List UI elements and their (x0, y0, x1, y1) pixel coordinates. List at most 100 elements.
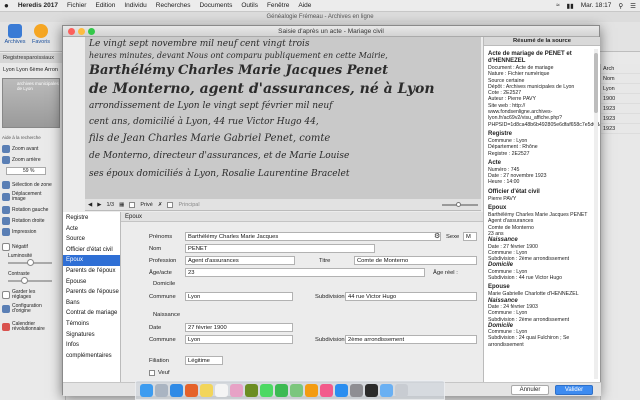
ibooks-icon[interactable] (305, 383, 318, 397)
appstore-icon[interactable] (335, 383, 348, 397)
facetime-icon[interactable] (275, 383, 288, 397)
brightness-knob[interactable] (26, 259, 34, 266)
unlink-icon[interactable]: ✗ (158, 202, 163, 208)
menu-individu[interactable]: Individu (124, 2, 146, 9)
zoom-out-button[interactable]: Zoom arrière (2, 154, 63, 165)
birth-date-field[interactable]: 27 février 1900 (185, 323, 293, 332)
finder-icon[interactable] (140, 383, 153, 397)
nav-item[interactable]: Acte (63, 224, 120, 235)
nav-item[interactable]: Registre (63, 213, 120, 224)
maps-icon[interactable] (290, 383, 303, 397)
zoom-in-button[interactable]: Zoom avant (2, 143, 63, 154)
safari-icon[interactable] (170, 383, 183, 397)
clock[interactable]: Mar. 18:17 (581, 2, 612, 9)
select-zone-button[interactable]: Sélection de zone (2, 179, 63, 190)
preferences-icon[interactable] (350, 383, 363, 397)
contrast-knob[interactable] (20, 277, 28, 284)
image-zoom-knob[interactable] (456, 201, 461, 207)
archive-thumbnail[interactable]: archives municipales de Lyon (2, 78, 60, 128)
heredis-icon[interactable] (245, 383, 258, 397)
principal-checkbox[interactable] (167, 201, 174, 208)
negative-toggle[interactable]: Négatif (2, 241, 63, 252)
image-zoom-slider[interactable] (442, 201, 478, 207)
list-item[interactable]: Lyon (601, 84, 640, 94)
nom-field[interactable]: PENET (185, 244, 375, 253)
launchpad-icon[interactable] (155, 383, 168, 397)
save-settings-toggle[interactable]: Garder les réglages (2, 288, 63, 302)
summary-scrollbar[interactable] (594, 49, 598, 379)
scrollbar-thumb[interactable] (594, 53, 598, 113)
private-checkbox[interactable] (129, 201, 136, 208)
messages-icon[interactable] (260, 383, 273, 397)
folder-icon[interactable] (380, 383, 393, 397)
rotate-right-button[interactable]: Rotation droite (2, 215, 63, 226)
page-next-icon[interactable]: ▶ (97, 202, 101, 208)
filiation-select[interactable]: Légitime (185, 356, 223, 365)
menu-fenetre[interactable]: Fenêtre (267, 2, 289, 9)
search-icon[interactable]: ⚙ (434, 232, 440, 240)
domicile-subdivision-field[interactable]: 44 rue Victor Hugo (345, 292, 477, 301)
profession-field[interactable]: Agent d'assurances (185, 256, 295, 265)
list-item[interactable]: Nom (601, 74, 640, 84)
nav-item[interactable]: Epoux (63, 255, 120, 266)
config-origin-button[interactable]: Configuration d'origine (2, 302, 63, 316)
zoom-icon[interactable] (88, 28, 95, 35)
birth-commune-field[interactable]: Lyon (185, 335, 293, 344)
register-tab[interactable]: Registresparoissiaux (0, 53, 70, 63)
birth-subdivision-field[interactable]: 2ème arrondissement (345, 335, 477, 344)
notes-icon[interactable] (200, 383, 213, 397)
terminal-icon[interactable] (365, 383, 378, 397)
list-icon[interactable]: ☰ (630, 2, 636, 10)
nav-item[interactable]: Bans (63, 298, 120, 309)
menu-fichier[interactable]: Fichier (67, 2, 87, 9)
page-prev-icon[interactable]: ◀ (88, 202, 92, 208)
contrast-slider[interactable] (8, 277, 52, 284)
wifi-icon[interactable]: ≈ (556, 2, 560, 9)
minimize-icon[interactable] (78, 28, 85, 35)
calendar-icon[interactable] (215, 383, 228, 397)
nav-item[interactable]: Infos complémentaires (63, 340, 120, 359)
list-item[interactable]: 1923 (601, 104, 640, 114)
list-item[interactable]: 1923 (601, 124, 640, 134)
domicile-commune-field[interactable]: Lyon (185, 292, 293, 301)
menu-outils[interactable]: Outils (241, 2, 258, 9)
sexe-field[interactable]: M (463, 232, 477, 241)
nav-item[interactable]: Signatures (63, 330, 120, 341)
validate-button[interactable]: Valider (555, 385, 593, 395)
menu-documents[interactable]: Documents (199, 2, 232, 9)
rotate-left-button[interactable]: Rotation gauche (2, 204, 63, 215)
nav-item[interactable]: Témoins (63, 319, 120, 330)
veuf-checkbox[interactable] (149, 370, 155, 376)
nav-item[interactable]: Source (63, 234, 120, 245)
list-item[interactable]: 1900 (601, 94, 640, 104)
zoom-field[interactable]: 59 % (6, 167, 46, 175)
nav-item[interactable]: Parents de l'époux (63, 266, 120, 277)
search-help-link[interactable]: Aide à la recherche (2, 132, 63, 143)
nav-item[interactable]: Epouse (63, 277, 120, 288)
cancel-button[interactable]: Annuler (511, 385, 549, 395)
prenoms-field[interactable]: Barthélémy Charles Marie Jacques (185, 232, 441, 241)
list-item[interactable]: 1923 (601, 114, 640, 124)
nav-item[interactable]: Contrat de mariage (63, 308, 120, 319)
close-icon[interactable] (68, 28, 75, 35)
favoris-button[interactable]: Favoris (30, 24, 52, 49)
trash-icon[interactable] (395, 383, 408, 397)
titre-field[interactable]: Comte de Monterno (354, 256, 477, 265)
photos-icon[interactable] (230, 383, 243, 397)
document-image[interactable]: Le vingt sept novembre mil neuf cent vin… (85, 37, 481, 199)
print-button[interactable]: Impression (2, 226, 63, 237)
menu-recherches[interactable]: Recherches (156, 2, 191, 9)
list-item[interactable]: Arch (601, 64, 640, 74)
search-icon[interactable]: ⚲ (618, 2, 623, 10)
calendar-button[interactable]: Calendrier révolutionnaire (2, 320, 63, 334)
move-image-button[interactable]: Déplacement image (2, 190, 63, 204)
itunes-icon[interactable] (320, 383, 333, 397)
menu-aide[interactable]: Aide (298, 2, 311, 9)
apple-menu-icon[interactable]: ● (4, 1, 9, 10)
nav-item[interactable]: Officier d'état civil (63, 245, 120, 256)
grid-icon[interactable]: ▦ (119, 202, 124, 208)
battery-icon[interactable]: ▮▮ (567, 2, 574, 10)
menu-app-name[interactable]: Heredis 2017 (18, 2, 58, 9)
nav-item[interactable]: Parents de l'épouse (63, 287, 120, 298)
firefox-icon[interactable] (185, 383, 198, 397)
